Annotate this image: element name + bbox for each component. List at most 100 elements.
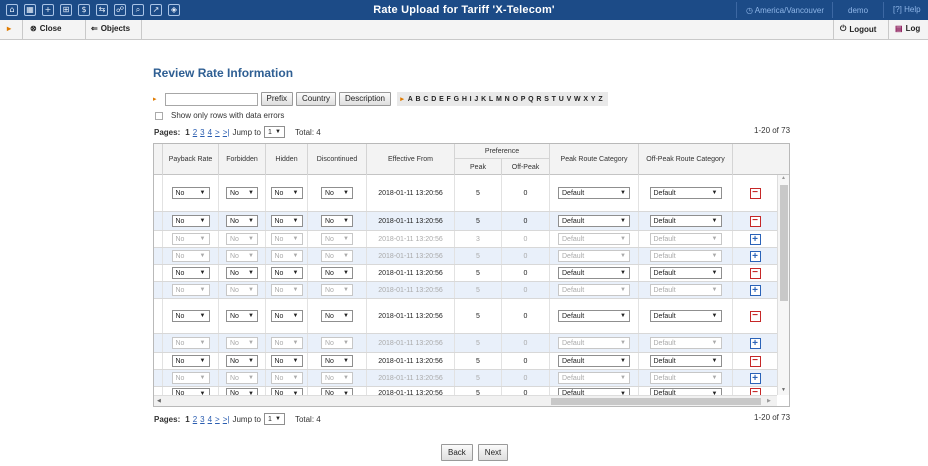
forbidden-select[interactable]: No ▼ (226, 355, 258, 367)
letter-x[interactable]: X (582, 96, 589, 103)
remove-row-icon[interactable]: − (749, 355, 761, 367)
col-hidden[interactable]: Hidden (266, 144, 308, 175)
letter-z[interactable]: Z (597, 96, 604, 103)
remove-row-icon[interactable]: − (749, 267, 761, 279)
page-link-2[interactable]: 2 (193, 128, 197, 137)
letter-h[interactable]: H (460, 96, 468, 103)
letter-u[interactable]: U (557, 96, 565, 103)
letter-m[interactable]: M (495, 96, 504, 103)
letter-w[interactable]: W (573, 96, 582, 103)
forbidden-select[interactable]: No ▼ (226, 187, 258, 199)
page-link-4[interactable]: 4 (208, 128, 212, 137)
letter-p[interactable]: P (519, 96, 526, 103)
col-effective-from[interactable]: Effective From (367, 144, 455, 175)
back-button[interactable]: Back (441, 444, 473, 461)
letter-v[interactable]: V (565, 96, 572, 103)
search-input[interactable] (164, 92, 258, 106)
offpeak-cat-select[interactable]: Default ▼ (649, 267, 722, 279)
next-page-link[interactable]: > (215, 415, 220, 424)
horizontal-scroll-thumb[interactable] (551, 398, 761, 405)
peak-cat-select[interactable]: Default ▼ (558, 267, 630, 279)
payback-select[interactable]: No ▼ (171, 187, 210, 199)
remove-row-icon[interactable]: − (749, 187, 761, 199)
vertical-scroll-thumb[interactable] (780, 185, 788, 301)
remove-row-icon[interactable]: − (749, 215, 761, 227)
col-payback[interactable]: Payback Rate (163, 144, 219, 175)
country-button[interactable]: Country (295, 92, 336, 106)
payback-select[interactable]: No ▼ (171, 355, 210, 367)
prefix-button[interactable]: Prefix (260, 92, 293, 106)
col-discontinued[interactable]: Discontinued (308, 144, 367, 175)
discontinued-select[interactable]: No ▼ (321, 215, 353, 227)
peak-cat-select[interactable]: Default ▼ (558, 250, 630, 262)
payback-select[interactable]: No ▼ (171, 250, 210, 262)
discontinued-select[interactable]: No ▼ (321, 284, 353, 296)
letter-j[interactable]: J (473, 96, 480, 103)
jump-select[interactable]: 1 ▼ (263, 413, 285, 425)
offpeak-cat-select[interactable]: Default ▼ (649, 355, 722, 367)
add-row-icon[interactable]: + (749, 337, 761, 349)
offpeak-cat-select[interactable]: Default ▼ (649, 372, 722, 384)
letter-n[interactable]: N (503, 96, 511, 103)
errors-only-checkbox[interactable] (155, 111, 163, 120)
hidden-select[interactable]: No ▼ (270, 355, 303, 367)
add-row-icon[interactable]: + (749, 233, 761, 245)
discontinued-select[interactable]: No ▼ (321, 310, 353, 322)
offpeak-cat-select[interactable]: Default ▼ (649, 310, 722, 322)
peak-cat-select[interactable]: Default ▼ (558, 310, 630, 322)
close-button[interactable]: ⊗ Close (30, 24, 62, 33)
hidden-select[interactable]: No ▼ (270, 372, 303, 384)
objects-button[interactable]: ⇐ Objects (91, 24, 130, 33)
hidden-select[interactable]: No ▼ (270, 337, 303, 349)
hidden-select[interactable]: No ▼ (270, 233, 303, 245)
discontinued-select[interactable]: No ▼ (321, 355, 353, 367)
letter-s[interactable]: S (543, 96, 550, 103)
forbidden-select[interactable]: No ▼ (226, 250, 258, 262)
horizontal-scrollbar[interactable]: ◀ ▶ (154, 395, 777, 406)
scroll-up-icon[interactable]: ▲ (781, 175, 786, 181)
payback-select[interactable]: No ▼ (171, 215, 210, 227)
letter-a[interactable]: A (406, 96, 414, 103)
page-link-2[interactable]: 2 (193, 415, 197, 424)
discontinued-select[interactable]: No ▼ (321, 267, 353, 279)
offpeak-cat-select[interactable]: Default ▼ (649, 337, 722, 349)
letter-t[interactable]: T (550, 96, 557, 103)
offpeak-cat-select[interactable]: Default ▼ (649, 250, 722, 262)
peak-cat-select[interactable]: Default ▼ (558, 284, 630, 296)
peak-cat-select[interactable]: Default ▼ (558, 187, 630, 199)
discontinued-select[interactable]: No ▼ (321, 372, 353, 384)
page-link-3[interactable]: 3 (200, 415, 204, 424)
forbidden-select[interactable]: No ▼ (226, 337, 258, 349)
last-page-link[interactable]: >| (223, 128, 230, 137)
page-link-3[interactable]: 3 (200, 128, 204, 137)
hidden-select[interactable]: No ▼ (270, 250, 303, 262)
letter-k[interactable]: K (480, 96, 488, 103)
logout-button[interactable]: ⏻ Logout (840, 24, 876, 34)
page-link-4[interactable]: 4 (208, 415, 212, 424)
timezone-link[interactable]: ◷ America/Vancouver (746, 6, 824, 15)
scroll-left-icon[interactable]: ◀ (157, 398, 161, 404)
forbidden-select[interactable]: No ▼ (226, 215, 258, 227)
payback-select[interactable]: No ▼ (171, 372, 210, 384)
help-link[interactable]: [?] Help (893, 5, 921, 14)
letter-r[interactable]: R (535, 96, 543, 103)
offpeak-cat-select[interactable]: Default ▼ (649, 187, 722, 199)
remove-row-icon[interactable]: − (749, 310, 761, 322)
forbidden-select[interactable]: No ▼ (226, 267, 258, 279)
payback-select[interactable]: No ▼ (171, 267, 210, 279)
hidden-select[interactable]: No ▼ (270, 215, 303, 227)
payback-select[interactable]: No ▼ (171, 284, 210, 296)
col-peak[interactable]: Peak (455, 159, 502, 175)
add-row-icon[interactable]: + (749, 284, 761, 296)
letter-f[interactable]: F (445, 96, 452, 103)
vertical-scrollbar[interactable]: ▲ ▼ (777, 175, 789, 395)
peak-cat-select[interactable]: Default ▼ (558, 372, 630, 384)
discontinued-select[interactable]: No ▼ (321, 337, 353, 349)
next-button[interactable]: Next (477, 444, 509, 461)
peak-cat-select[interactable]: Default ▼ (558, 215, 630, 227)
log-button[interactable]: ▤ Log (895, 24, 920, 33)
peak-cat-select[interactable]: Default ▼ (558, 233, 630, 245)
forbidden-select[interactable]: No ▼ (226, 310, 258, 322)
offpeak-cat-select[interactable]: Default ▼ (649, 284, 722, 296)
letter-d[interactable]: D (430, 96, 438, 103)
